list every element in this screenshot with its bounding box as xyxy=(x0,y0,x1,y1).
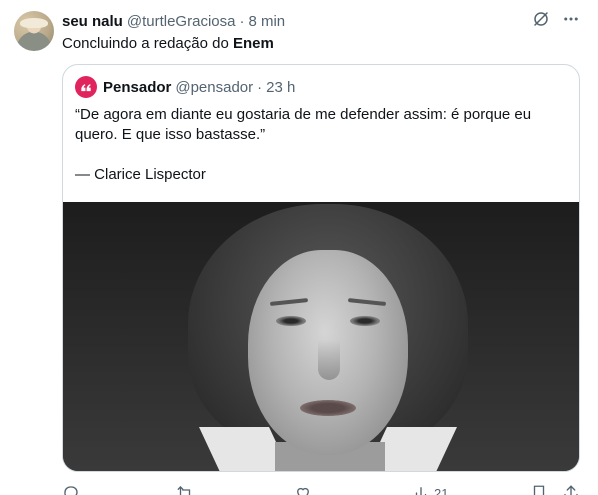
share-icon xyxy=(564,485,578,495)
views-count: 21 xyxy=(434,485,449,495)
more-options-icon[interactable] xyxy=(562,10,580,28)
reply-button[interactable] xyxy=(62,484,80,495)
display-name[interactable]: seu nalu xyxy=(62,13,123,30)
quoted-photo[interactable] xyxy=(63,202,579,471)
views-icon xyxy=(415,487,427,495)
quoted-timestamp[interactable]: 23 h xyxy=(266,79,295,96)
timestamp[interactable]: 8 min xyxy=(248,13,285,30)
tweet-text-prefix: Concluindo a redação do xyxy=(62,35,233,52)
photo-mouth xyxy=(300,400,356,416)
quoted-text: “De agora em diante eu gostaria de me de… xyxy=(75,105,569,145)
retweet-icon xyxy=(177,486,191,495)
tweet-header: seu nalu @turtleGraciosa · 8 min xyxy=(62,12,285,30)
tweet-actions: 21 xyxy=(62,484,582,495)
photo-face xyxy=(248,250,408,455)
quoted-handle[interactable]: @pensador xyxy=(175,79,253,96)
quoted-attribution: — Clarice Lispector xyxy=(75,166,206,183)
bookmark-button[interactable] xyxy=(530,484,548,495)
tweet-top-icons xyxy=(532,10,580,28)
quoted-text-line-2: quero. E que isso bastasse.” xyxy=(75,126,266,143)
quoted-tweet[interactable]: Pensador @pensador · 23 h “De agora em d… xyxy=(62,64,580,472)
tweet-text: Concluindo a redação do Enem xyxy=(62,34,274,54)
tweet[interactable]: seu nalu @turtleGraciosa · 8 min Conclui… xyxy=(0,0,598,495)
photo-eye-right xyxy=(350,316,380,326)
separator-dot: · xyxy=(239,12,245,30)
reply-icon xyxy=(64,486,78,495)
quoted-avatar xyxy=(75,76,97,98)
bookmark-icon xyxy=(533,485,545,495)
quoted-header: Pensador @pensador · 23 h xyxy=(75,76,295,98)
avatar[interactable] xyxy=(14,11,54,51)
views-button[interactable]: 21 xyxy=(412,484,448,495)
retweet-button[interactable] xyxy=(176,484,194,495)
photo-eye-left xyxy=(276,316,306,326)
photo-nose xyxy=(318,340,340,380)
quote-mark-icon xyxy=(81,84,91,92)
tweet-text-bold: Enem xyxy=(232,35,274,52)
photo-brow-right xyxy=(347,298,387,306)
quoted-display-name[interactable]: Pensador xyxy=(103,79,171,96)
like-icon xyxy=(297,487,309,495)
quoted-text-line-1: “De agora em diante eu gostaria de me de… xyxy=(75,106,532,123)
grok-icon[interactable] xyxy=(532,10,550,28)
share-button[interactable] xyxy=(562,484,580,495)
quoted-separator-dot: · xyxy=(257,78,263,96)
like-button[interactable] xyxy=(294,484,312,495)
user-handle[interactable]: @turtleGraciosa xyxy=(127,13,236,30)
avatar-hat xyxy=(20,18,48,28)
photo-brow-left xyxy=(269,298,309,306)
